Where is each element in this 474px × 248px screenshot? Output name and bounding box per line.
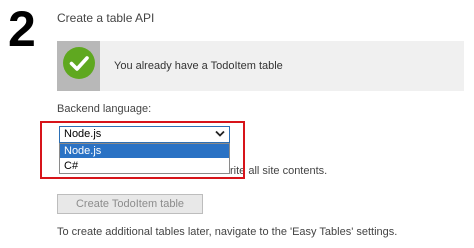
step-title: Create a table API [57, 11, 155, 25]
footer-text: To create additional tables later, navig… [57, 226, 398, 238]
checkmark-icon [63, 47, 95, 79]
select-value: Node.js [64, 128, 102, 140]
status-banner: You already have a TodoItem table [57, 41, 464, 91]
backend-language-select[interactable]: Node.js [59, 126, 230, 143]
language-options-list: Node.js C# [59, 143, 230, 174]
status-message: You already have a TodoItem table [114, 60, 283, 72]
step-number: 2 [8, 1, 36, 57]
create-todoitem-table-button[interactable]: Create TodoItem table [57, 194, 203, 214]
option-nodejs[interactable]: Node.js [60, 144, 229, 158]
option-csharp[interactable]: C# [60, 159, 229, 173]
chevron-down-icon [215, 130, 225, 138]
status-icon-box [57, 41, 100, 91]
backend-language-label: Backend language: [57, 103, 152, 115]
